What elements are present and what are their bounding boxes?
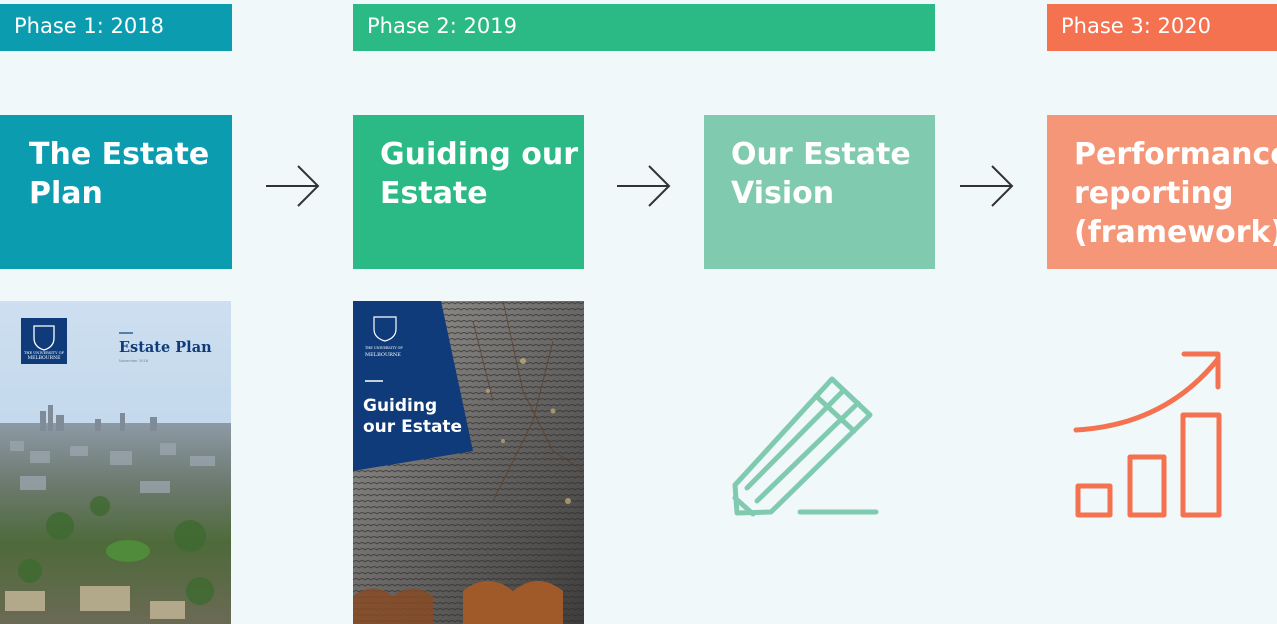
pencil-icon xyxy=(732,376,879,517)
step-2-line-1: Guiding our xyxy=(380,137,579,172)
guiding-cover-image: THE UNIVERSITY OF MELBOURNE Guiding our … xyxy=(353,301,584,624)
estate-plan-logo-top: THE UNIVERSITY OF xyxy=(24,351,65,355)
estate-plan-cover-image: THE UNIVERSITY OF MELBOURNE Estate Plan … xyxy=(0,301,231,624)
estate-plan-cover: THE UNIVERSITY OF MELBOURNE Estate Plan … xyxy=(0,301,231,624)
guiding-our-estate-cover: THE UNIVERSITY OF MELBOURNE Guiding our … xyxy=(353,301,584,624)
arrow-right-icon xyxy=(617,165,671,207)
step-2-line-2: Estate xyxy=(380,176,488,211)
estate-plan-logo-bottom: MELBOURNE xyxy=(27,355,60,361)
phase-2-header: Phase 2: 2019 xyxy=(353,4,935,51)
guiding-title-line-1: Guiding xyxy=(363,396,437,416)
step-1-line-2: Plan xyxy=(29,176,103,211)
step-4-line-3: (framework) xyxy=(1074,215,1277,250)
step-3-line-1: Our Estate xyxy=(731,137,911,172)
phase-1-label: Phase 1: 2018 xyxy=(14,14,164,38)
arrow-right-icon xyxy=(266,165,320,207)
guiding-logo-bottom: MELBOURNE xyxy=(365,352,401,358)
step-4-line-1: Performance xyxy=(1074,137,1277,172)
phase-1-header: Phase 1: 2018 xyxy=(0,4,232,51)
phase-3-header: Phase 3: 2020 xyxy=(1047,4,1277,51)
step-guiding-our-estate: Guiding our Estate xyxy=(353,115,584,269)
phase-3-label: Phase 3: 2020 xyxy=(1061,14,1211,38)
step-3-line-2: Vision xyxy=(731,176,835,211)
estate-plan-title: Estate Plan xyxy=(119,339,212,356)
step-our-estate-vision: Our Estate Vision xyxy=(704,115,935,269)
step-performance-reporting: Performance reporting (framework) xyxy=(1047,115,1277,269)
guiding-logo-top: THE UNIVERSITY OF xyxy=(365,346,403,350)
step-4-line-2: reporting xyxy=(1074,176,1234,211)
estate-plan-date: November 2018 xyxy=(119,359,149,363)
growth-chart-icon xyxy=(1073,351,1222,518)
step-1-line-1: The Estate xyxy=(29,137,210,172)
phase-2-label: Phase 2: 2019 xyxy=(367,14,517,38)
arrow-right-icon xyxy=(960,165,1014,207)
guiding-title-line-2: our Estate xyxy=(363,417,462,437)
step-estate-plan: The Estate Plan xyxy=(0,115,232,269)
